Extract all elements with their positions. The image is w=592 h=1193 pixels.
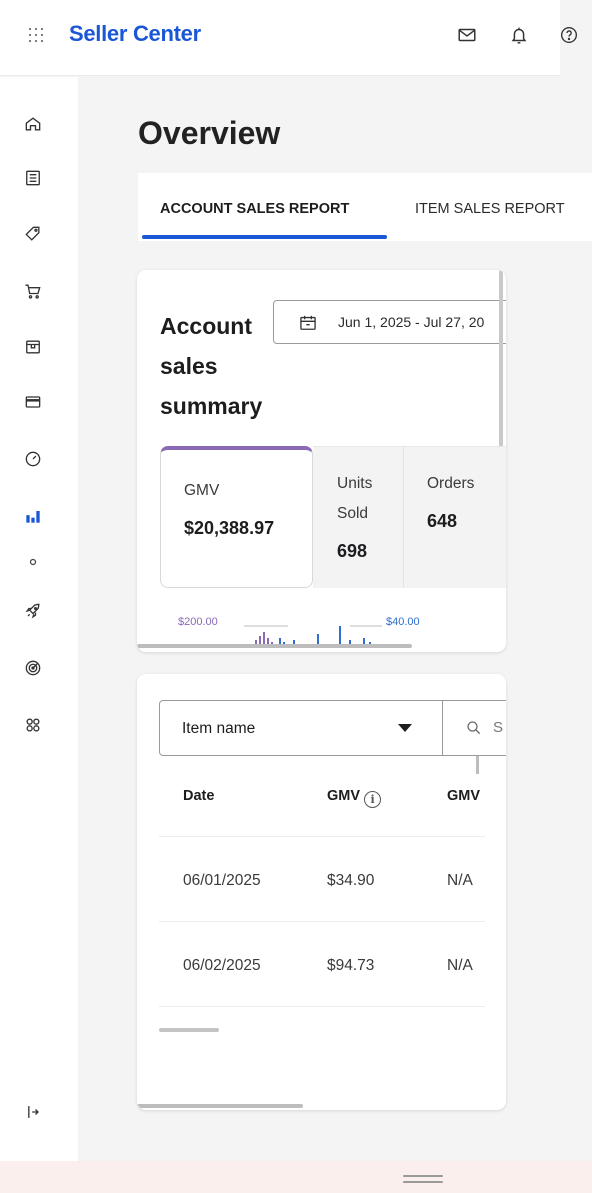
active-tab-indicator	[142, 235, 387, 239]
tab-account-sales-report[interactable]: ACCOUNT SALES REPORT	[160, 201, 349, 217]
account-sales-summary-card: Account sales summary Jun 1, 2025 - Jul …	[137, 270, 506, 652]
date-range-picker[interactable]: Jun 1, 2025 - Jul 27, 20	[273, 300, 506, 344]
date-range-text: Jun 1, 2025 - Jul 27, 20	[338, 314, 485, 330]
horizontal-scrollbar[interactable]	[137, 644, 412, 648]
mail-icon[interactable]	[456, 24, 480, 48]
sidebar	[0, 77, 78, 1161]
expand-sidebar-icon[interactable]	[22, 1101, 44, 1123]
filter-select-value: Item name	[182, 720, 256, 737]
page-title: Overview	[138, 115, 281, 151]
filter-select[interactable]: Item name	[159, 700, 443, 756]
units-value: 698	[337, 541, 368, 561]
report-tabs: ACCOUNT SALES REPORT ITEM SALES REPORT	[138, 173, 592, 241]
table-cell-gmv: $94.73	[327, 957, 375, 974]
column-header-gmv-2[interactable]: GMV	[447, 788, 480, 804]
card-horizontal-scrollbar[interactable]	[137, 1104, 303, 1108]
caret-down-icon	[398, 724, 412, 732]
payments-card-icon[interactable]	[22, 391, 44, 413]
brand-title[interactable]: Seller Center	[69, 21, 201, 47]
package-icon[interactable]	[22, 336, 44, 358]
summary-title-line: summary	[160, 393, 263, 419]
gmv-value: $20,388.97	[184, 518, 275, 538]
row-divider	[159, 1006, 485, 1007]
orders-metric-tile[interactable]: Orders 648	[403, 446, 506, 588]
help-icon[interactable]	[558, 24, 582, 48]
sales-table-card: Item name S Date GMV i GMV 06/01/2025 $34…	[137, 674, 506, 1110]
home-icon[interactable]	[22, 113, 44, 135]
column-header-date[interactable]: Date	[183, 788, 214, 804]
summary-title-line: sales	[160, 353, 218, 379]
search-input[interactable]: S	[442, 700, 506, 756]
target-icon[interactable]	[22, 657, 44, 679]
summary-title: Account sales summary	[160, 306, 270, 426]
row-divider	[159, 921, 485, 922]
apps-icon[interactable]	[22, 714, 44, 736]
orders-value: 648	[427, 511, 458, 531]
calendar-icon	[300, 315, 316, 330]
drag-handle-icon[interactable]	[403, 1175, 443, 1185]
top-header: Seller Center	[0, 0, 578, 76]
orders-label: Orders	[427, 475, 475, 492]
bell-icon[interactable]	[508, 24, 532, 48]
table-cell-gmv-2: N/A	[447, 872, 473, 889]
bottom-panel-strip	[0, 1161, 592, 1193]
column-scroll-indicator	[476, 756, 479, 774]
summary-title-line: Account	[160, 313, 252, 339]
units-sold-metric-tile[interactable]: Units Sold 698	[313, 446, 403, 588]
rocket-icon[interactable]	[22, 600, 44, 622]
tab-item-sales-report[interactable]: ITEM SALES REPORT	[415, 201, 565, 217]
cart-icon[interactable]	[22, 280, 44, 302]
row-divider	[159, 836, 485, 837]
table-horizontal-scrollbar[interactable]	[159, 1028, 219, 1032]
column-header-gmv-text: GMV	[327, 788, 361, 804]
units-label-line: Units	[337, 475, 373, 492]
column-header-gmv[interactable]: GMV i	[327, 788, 382, 808]
table-cell-gmv-2: N/A	[447, 957, 473, 974]
info-icon[interactable]: i	[364, 791, 382, 808]
search-icon	[467, 721, 481, 735]
dot-icon[interactable]	[22, 551, 44, 573]
table-cell-date: 06/02/2025	[183, 957, 261, 974]
units-label-line: Sold	[337, 505, 369, 522]
search-placeholder: S	[493, 719, 504, 736]
analytics-bar-chart-icon[interactable]	[22, 505, 44, 527]
tag-icon[interactable]	[22, 223, 44, 245]
table-cell-date: 06/01/2025	[183, 872, 261, 889]
gmv-metric-tile[interactable]: GMV $20,388.97	[160, 446, 313, 588]
orders-list-icon[interactable]	[22, 167, 44, 189]
gmv-label: GMV	[184, 482, 220, 499]
table-cell-gmv: $34.90	[327, 872, 375, 889]
performance-gauge-icon[interactable]	[22, 448, 44, 470]
apps-grid-icon[interactable]	[27, 25, 47, 45]
